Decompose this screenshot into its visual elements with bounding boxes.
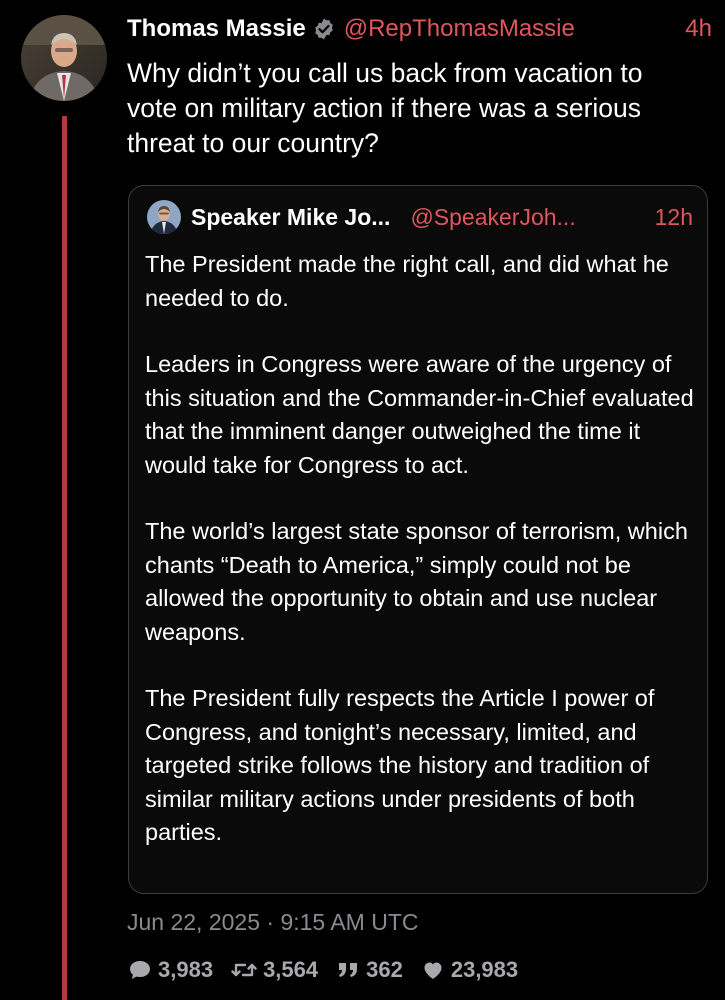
author-name[interactable]: Thomas Massie bbox=[127, 15, 306, 43]
reply-count: 3,983 bbox=[158, 957, 214, 982]
quote-count: 362 bbox=[366, 957, 403, 982]
quoted-paragraph: Leaders in Congress were aware of the ur… bbox=[145, 351, 694, 478]
like-count: 23,983 bbox=[450, 957, 519, 982]
avatar[interactable] bbox=[21, 15, 107, 101]
quoted-tweet-header: Speaker Mike Jo... @SpeakerJoh... 12h bbox=[147, 200, 693, 234]
tweet-thread-view: Thomas Massie @RepThomasMassie 4h Why di… bbox=[0, 0, 725, 1000]
quoted-tweet-time[interactable]: 12h bbox=[655, 204, 693, 231]
quoted-paragraph: The President fully respects the Article… bbox=[145, 685, 655, 845]
engagement-bar: 3,983 3,564 362 23,983 bbox=[128, 954, 536, 986]
quoted-avatar[interactable] bbox=[147, 200, 181, 234]
quote-marks-icon bbox=[339, 963, 358, 977]
author-handle[interactable]: @RepThomasMassie bbox=[344, 15, 575, 43]
retweet-count: 3,564 bbox=[263, 957, 319, 982]
speech-bubble-icon bbox=[130, 961, 150, 979]
quoted-author-handle[interactable]: @SpeakerJoh... bbox=[410, 204, 575, 231]
tweet-timestamp[interactable]: Jun 22, 2025 · 9:15 AM UTC bbox=[127, 909, 419, 936]
retweet-icon bbox=[231, 963, 257, 977]
quoted-tweet-card[interactable]: Speaker Mike Jo... @SpeakerJoh... 12h Th… bbox=[128, 185, 708, 894]
like-button[interactable]: 23,983 bbox=[421, 957, 518, 983]
quoted-author-name[interactable]: Speaker Mike Jo... bbox=[191, 204, 390, 231]
tweet-text: Why didn’t you call us back from vacatio… bbox=[127, 58, 643, 158]
tweet-header: Thomas Massie @RepThomasMassie 4h bbox=[127, 12, 712, 46]
reply-button[interactable]: 3,983 bbox=[128, 957, 213, 983]
tweet-time[interactable]: 4h bbox=[685, 15, 712, 43]
thread-line bbox=[62, 116, 67, 1000]
quoted-paragraph: The President made the right call, and d… bbox=[145, 251, 669, 311]
quoted-paragraph: The world’s largest state sponsor of ter… bbox=[145, 518, 688, 645]
quote-button[interactable]: 362 bbox=[336, 957, 403, 983]
quoted-tweet-text: The President made the right call, and d… bbox=[145, 248, 697, 883]
heart-icon bbox=[424, 962, 442, 979]
retweet-button[interactable]: 3,564 bbox=[231, 957, 318, 983]
verified-badge-icon bbox=[312, 17, 336, 41]
